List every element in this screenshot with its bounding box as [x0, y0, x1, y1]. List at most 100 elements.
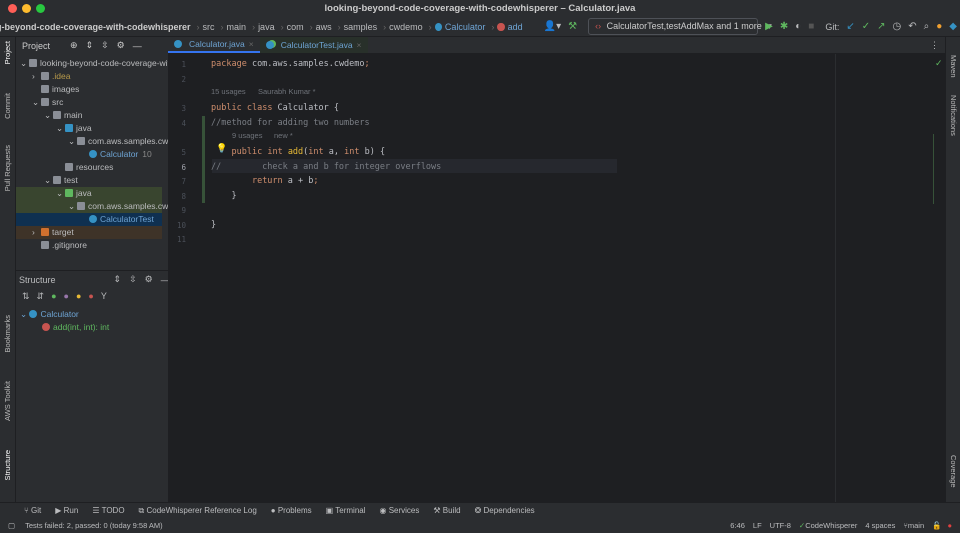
rollback-icon[interactable]: ↶	[908, 21, 916, 32]
breadcrumb-samples[interactable]: samples	[344, 22, 378, 32]
breadcrumb-java[interactable]: java	[258, 22, 275, 32]
method-author-hint[interactable]: new *	[274, 131, 293, 140]
code-editor[interactable]: ✓ 1 package com.aws.samples.cwdemo; 2 3 publ…	[168, 54, 945, 502]
lightbulb-icon[interactable]: 💡	[216, 143, 227, 154]
project-tree-item[interactable]: ⌄ com.aws.samples.cwdemo	[16, 135, 190, 148]
tool-codewhisperer-reference-log[interactable]: ⧉ CodeWhisperer Reference Log	[139, 506, 257, 516]
chevron-icon[interactable]: ⌄	[44, 174, 53, 187]
code-line[interactable]: //method for adding two numbers	[211, 118, 370, 128]
error-icon[interactable]: ●	[947, 521, 952, 530]
more-icon[interactable]: ⋮	[930, 37, 945, 53]
tool-pull-requests[interactable]: Pull Requests	[3, 145, 12, 191]
sort-by-visibility-icon[interactable]: ⇅	[22, 291, 30, 302]
project-tree-item[interactable]: › .idea	[16, 70, 162, 83]
project-tree-item[interactable]: resources	[16, 161, 162, 174]
sort-alpha-icon[interactable]: ⇵	[37, 291, 45, 302]
show-lambdas-icon[interactable]: Y	[101, 291, 107, 302]
codewhisperer-icon[interactable]: ◆	[949, 21, 957, 32]
tool-aws-toolkit[interactable]: AWS Toolkit	[3, 381, 12, 421]
code-line[interactable]: }	[211, 191, 236, 201]
run-icon[interactable]: ▶	[765, 21, 773, 32]
project-tree-item[interactable]: Calculator 10	[16, 148, 162, 161]
chevron-icon[interactable]: ›	[32, 226, 41, 239]
indent-setting[interactable]: 4 spaces	[865, 521, 895, 530]
project-tree-item[interactable]: CalculatorTest	[16, 213, 162, 226]
tool-terminal[interactable]: ▣ Terminal	[326, 506, 366, 515]
tool-run[interactable]: ▶ Run	[55, 506, 78, 515]
code-line[interactable]: }	[211, 220, 216, 230]
git-branch[interactable]: main	[908, 521, 924, 530]
project-tree-item[interactable]: ⌄ main	[16, 109, 162, 122]
collapse-all-icon[interactable]: ⇳	[129, 274, 137, 285]
breadcrumb-add[interactable]: add	[508, 22, 523, 32]
update-icon[interactable]: ●	[936, 21, 942, 32]
structure-item-class[interactable]: ⌄ Calculator	[20, 309, 79, 320]
minimize-window-button[interactable]	[22, 4, 31, 13]
project-tree-item[interactable]: ⌄ looking-beyond-code-coverage-with-codew…	[16, 57, 233, 70]
tool-todo[interactable]: ☰ TODO	[92, 506, 124, 515]
close-tab-icon[interactable]: ×	[357, 37, 362, 54]
breadcrumb-com[interactable]: com	[287, 22, 304, 32]
tool-bookmarks[interactable]: Bookmarks	[3, 315, 12, 353]
method-usages-hint[interactable]: 9 usages	[232, 131, 262, 140]
tool-maven[interactable]: Maven	[949, 55, 958, 78]
lock-icon[interactable]: 🔓	[932, 521, 941, 530]
structure-item-method[interactable]: add(int, int): int	[42, 322, 109, 332]
git-push-icon[interactable]: ↗	[877, 21, 885, 32]
chevron-icon[interactable]: ⌄	[32, 96, 41, 109]
project-tree-item[interactable]: ⌄ src	[16, 96, 162, 109]
chevron-icon[interactable]: ⌄	[68, 200, 77, 213]
maximize-window-button[interactable]	[36, 4, 45, 13]
git-commit-icon[interactable]: ✓	[862, 21, 870, 32]
chevron-icon[interactable]: ⌄	[56, 187, 65, 200]
tool-coverage[interactable]: Coverage	[949, 455, 958, 488]
close-window-button[interactable]	[8, 4, 17, 13]
show-non-public-icon[interactable]: ●	[88, 291, 93, 302]
user-icon[interactable]: 👤▾	[544, 21, 561, 32]
codewhisperer-status[interactable]: CodeWhisperer	[805, 521, 857, 530]
tool-problems[interactable]: ● Problems	[271, 506, 312, 515]
code-line[interactable]: // check a and b for integer overflows	[211, 162, 441, 172]
chevron-icon[interactable]: ⌄	[68, 135, 77, 148]
code-line[interactable]: public class Calculator {	[211, 103, 339, 113]
project-tree-item[interactable]: ⌄ test	[16, 174, 162, 187]
project-tree-item[interactable]: .gitignore	[16, 239, 162, 252]
breadcrumb-calculator[interactable]: Calculator	[445, 22, 486, 32]
code-line[interactable]: return a + b;	[211, 176, 319, 186]
tool-services[interactable]: ◉ Services	[380, 506, 420, 515]
class-usages-hint[interactable]: 15 usages	[211, 87, 246, 96]
code-line[interactable]: package com.aws.samples.cwdemo;	[211, 59, 370, 69]
tool-structure[interactable]: Structure	[3, 450, 12, 480]
git-update-icon[interactable]: ↙	[846, 21, 854, 32]
class-author-hint[interactable]: Saurabh Kumar *	[258, 87, 316, 96]
tool-commit[interactable]: Commit	[3, 93, 12, 119]
breadcrumb-aws[interactable]: aws	[316, 22, 332, 32]
close-tab-icon[interactable]: ×	[249, 36, 254, 53]
show-fields-icon[interactable]: ●	[76, 291, 81, 302]
history-icon[interactable]: ◷	[893, 21, 902, 32]
show-properties-icon[interactable]: ●	[64, 291, 69, 302]
tool-git[interactable]: ⑂ Git	[24, 506, 41, 515]
file-encoding[interactable]: UTF-8	[770, 521, 791, 530]
breadcrumb-main[interactable]: main	[227, 22, 247, 32]
tool-dependencies[interactable]: ❂ Dependencies	[475, 506, 535, 515]
breadcrumb-cwdemo[interactable]: cwdemo	[389, 22, 423, 32]
chevron-icon[interactable]: ⌄	[20, 57, 29, 70]
tab-calculator-java[interactable]: Calculator.java ×	[168, 37, 260, 53]
chevron-icon[interactable]: ⌄	[56, 122, 65, 135]
status-message[interactable]: Tests failed: 2, passed: 0 (today 9:58 A…	[25, 521, 163, 530]
breadcrumb-src[interactable]: src	[203, 22, 215, 32]
tool-notifications[interactable]: Notifications	[949, 95, 958, 136]
show-inherited-icon[interactable]: ●	[51, 291, 56, 302]
chevron-icon[interactable]: ›	[32, 70, 41, 83]
debug-icon[interactable]: ✱	[780, 21, 788, 32]
project-tree-item[interactable]: ⌄ java	[16, 187, 162, 200]
build-hammer-icon[interactable]: ⚒	[568, 21, 577, 32]
coverage-icon[interactable]: ◐	[795, 21, 801, 32]
project-tree-item[interactable]: images	[16, 83, 162, 96]
stop-icon[interactable]: ■	[808, 21, 814, 32]
chevron-icon[interactable]: ⌄	[44, 109, 53, 122]
project-tree-item[interactable]: ⌄ java	[16, 122, 162, 135]
code-line[interactable]: public int add(int a, int b) {	[211, 147, 385, 157]
search-icon[interactable]: ⌕	[924, 21, 930, 32]
